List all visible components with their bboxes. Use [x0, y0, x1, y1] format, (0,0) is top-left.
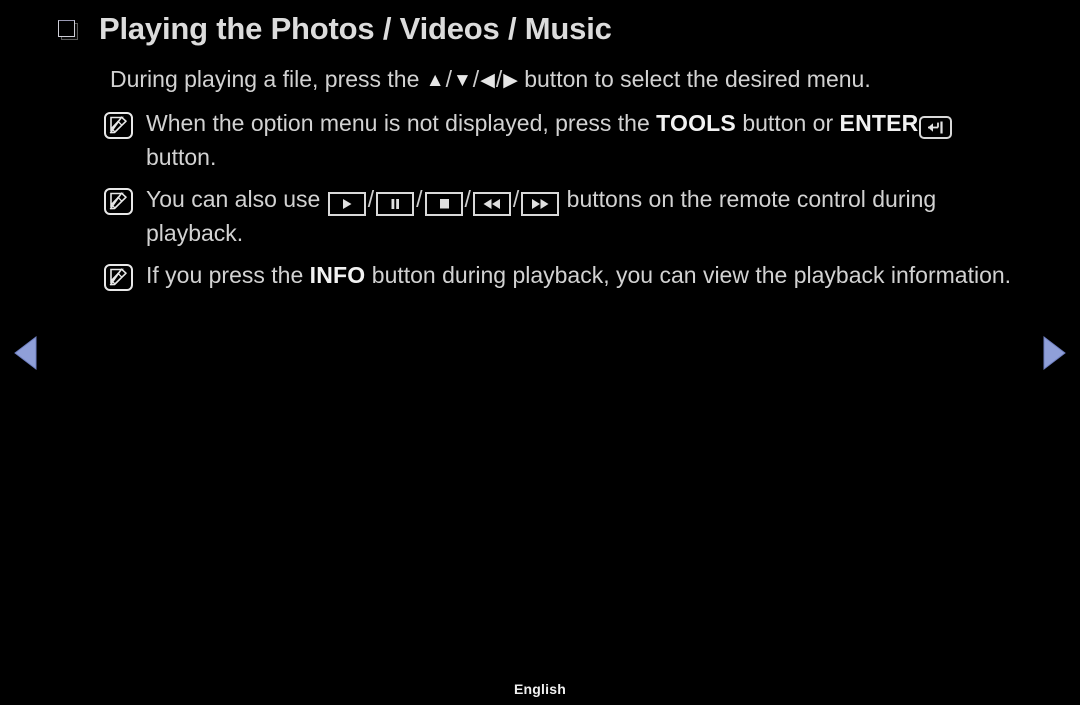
arrow-right-icon: ▶	[503, 70, 518, 91]
note3-text-b: button during playback, you can view the…	[365, 261, 1012, 288]
note-text: If you press the INFO button during play…	[146, 258, 1011, 292]
rewind-icon	[472, 191, 511, 216]
enter-button-label: ENTER	[839, 109, 919, 136]
key-separator: /	[512, 185, 520, 212]
note1-text-b: button or	[735, 109, 840, 136]
arrow-left-icon: ◀	[480, 70, 495, 91]
key-separator: /	[367, 185, 375, 212]
info-button-label: INFO	[309, 261, 366, 288]
page-title: Playing the Photos / Videos / Music	[99, 10, 612, 46]
key-separator: /	[472, 66, 480, 92]
note-pen-icon	[104, 263, 133, 291]
fast-forward-icon	[521, 191, 560, 216]
lead-text-before: During playing a file, press the	[110, 66, 420, 92]
note1-text-a: When the option menu is not displayed, p…	[146, 109, 657, 136]
list-item: If you press the INFO button during play…	[0, 258, 1080, 292]
lead-paragraph: During playing a file, press the ▲/▼/◀/▶…	[0, 64, 1080, 95]
content-body: During playing a file, press the ▲/▼/◀/▶…	[0, 48, 1080, 292]
note-pen-icon	[104, 111, 133, 139]
list-item: When the option menu is not displayed, p…	[0, 106, 1080, 174]
key-separator: /	[495, 66, 503, 92]
next-page-button[interactable]	[1036, 334, 1070, 372]
stop-icon	[424, 191, 463, 216]
arrow-up-icon: ▲	[425, 70, 445, 91]
note-text: You can also use / / / / buttons on the …	[146, 182, 1026, 250]
note-text: When the option menu is not displayed, p…	[146, 106, 1026, 174]
square-bullet-icon	[58, 20, 78, 40]
enter-key-icon	[919, 115, 953, 139]
note-list: When the option menu is not displayed, p…	[0, 106, 1080, 292]
note1-text-c: button.	[146, 143, 217, 170]
note2-text-a: You can also use	[146, 185, 327, 212]
lead-text-after: button to select the desired menu.	[524, 66, 871, 92]
language-label: English	[514, 681, 566, 697]
previous-page-button[interactable]	[10, 334, 44, 372]
key-separator: /	[464, 185, 471, 212]
arrow-down-icon: ▼	[452, 70, 472, 91]
note3-text-a: If you press the	[146, 261, 310, 288]
pause-icon	[376, 191, 415, 216]
page-header: Playing the Photos / Videos / Music	[0, 0, 1080, 48]
key-separator: /	[445, 66, 452, 92]
key-separator: /	[416, 185, 423, 212]
note-pen-icon	[104, 187, 133, 215]
tools-button-label: TOOLS	[656, 109, 736, 136]
list-item: You can also use / / / / buttons on the …	[0, 182, 1080, 250]
play-icon	[327, 191, 366, 216]
